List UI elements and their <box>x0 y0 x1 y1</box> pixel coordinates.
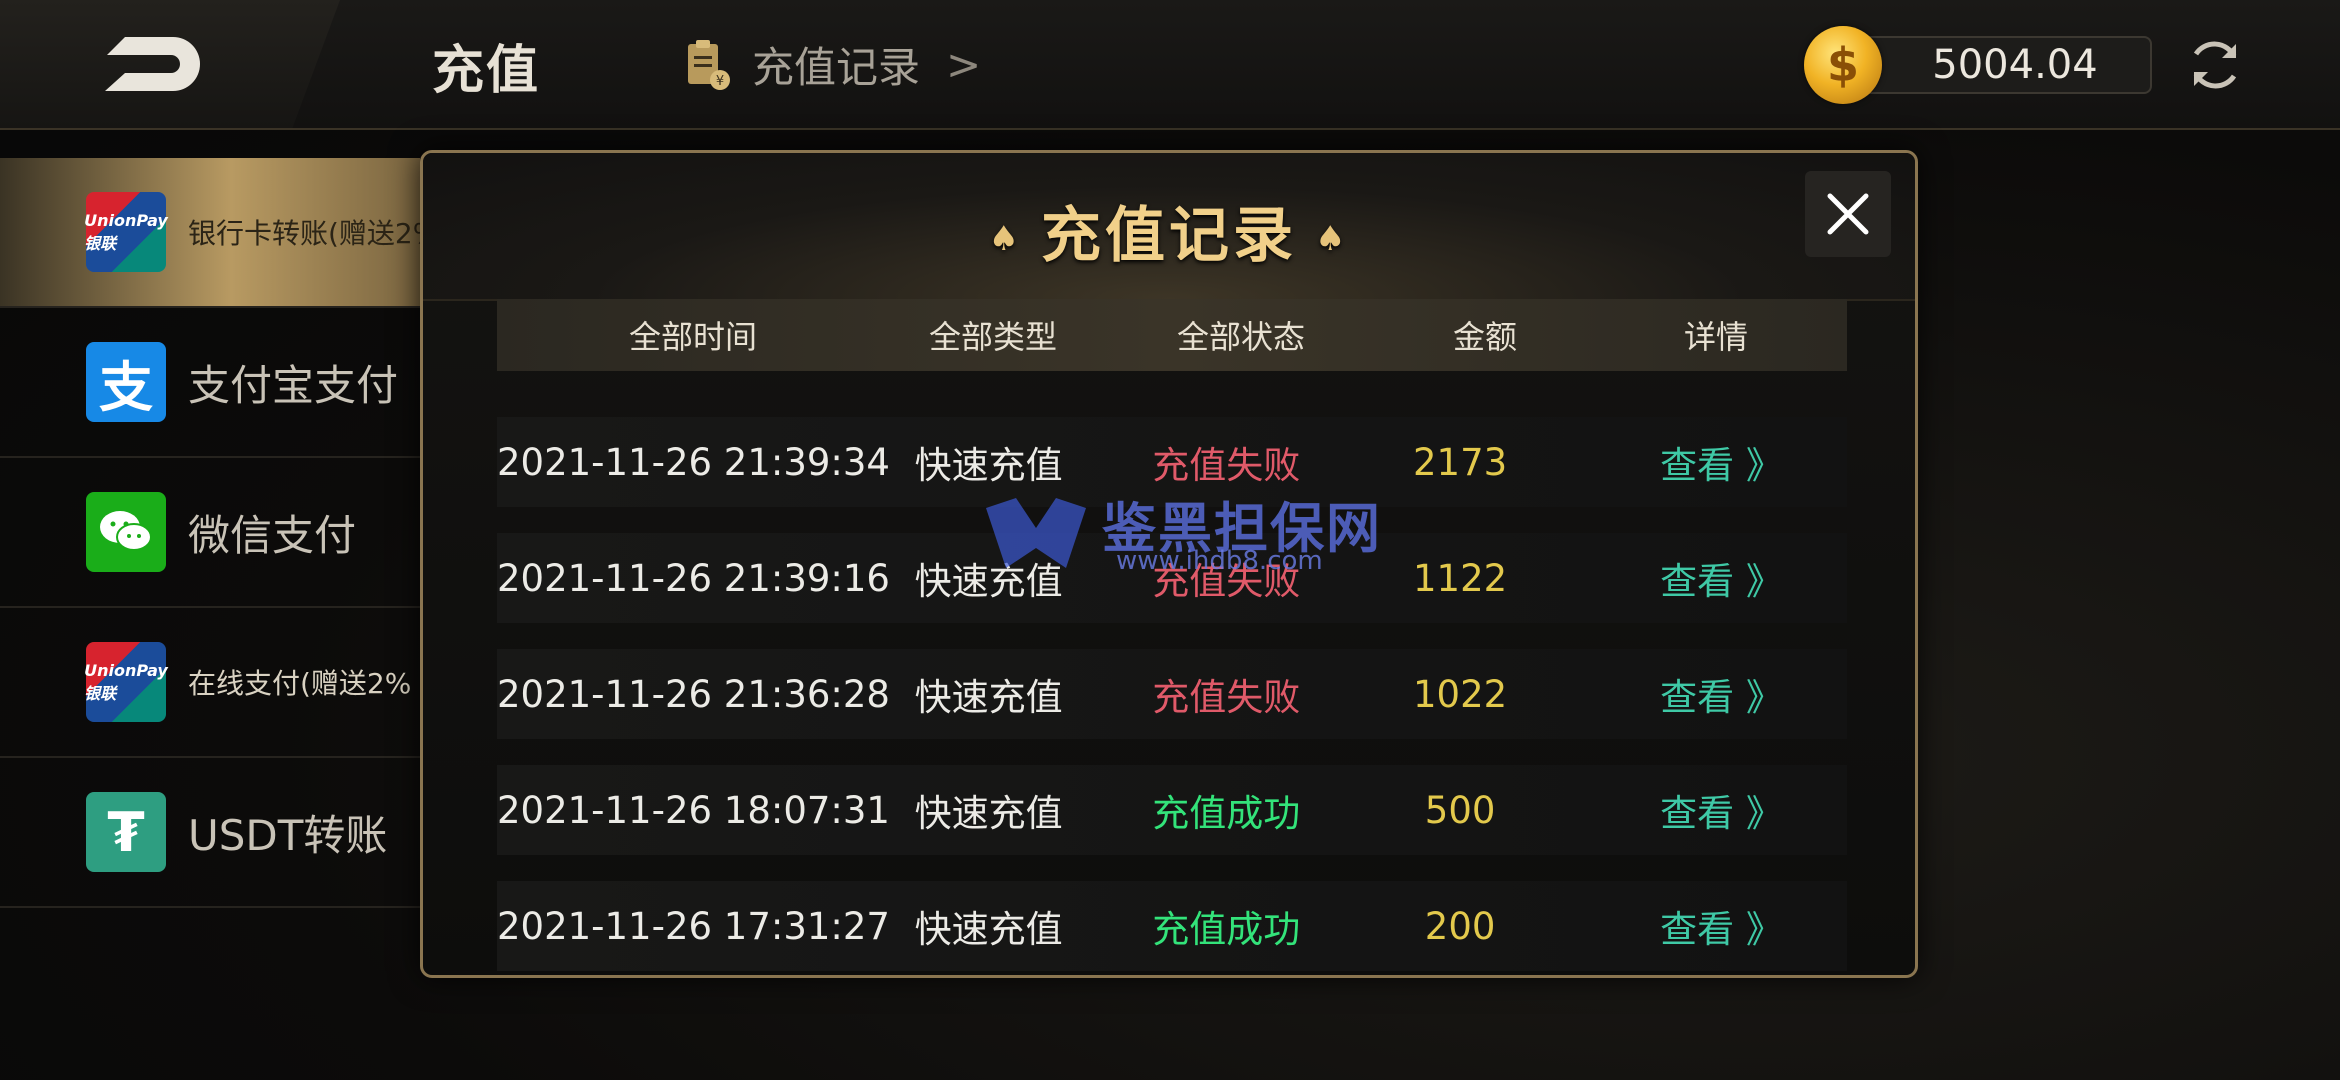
table-row: 2021-11-26 21:36:28 快速充值 充值失败 1022 查看 》 <box>497 649 1847 739</box>
close-icon <box>1827 193 1869 235</box>
row-time: 2021-11-26 18:07:31 <box>497 788 890 832</box>
sidebar-item-label: 微信支付 <box>188 510 357 560</box>
sidebar-item-online-pay[interactable]: UnionPay 银联 在线支付(赠送2% <box>0 608 420 758</box>
table-row: 2021-11-26 18:07:31 快速充值 充值成功 500 查看 》 <box>497 765 1847 855</box>
view-detail-button[interactable]: 查看 》 <box>1556 899 1847 953</box>
row-time: 2021-11-26 21:39:16 <box>497 556 890 600</box>
recharge-records-link[interactable]: ¥ 充值记录 > <box>684 34 981 95</box>
row-amount: 500 <box>1424 788 1496 832</box>
svg-text:¥: ¥ <box>716 74 724 89</box>
table-header: 全部时间 全部类型 全部状态 金额 详情 <box>497 299 1847 371</box>
record-doc-icon: ¥ <box>688 39 730 90</box>
page-title: 充值 <box>432 41 541 101</box>
watermark-logo-icon <box>986 498 1086 568</box>
spade-icon: ♠ <box>1315 219 1350 260</box>
chevron-right-icon: > <box>946 40 982 89</box>
view-detail-button[interactable]: 查看 》 <box>1556 551 1847 605</box>
balance-value: 5004.04 <box>1858 36 2152 94</box>
watermark-url: www.ihdb8.com <box>1116 546 1323 576</box>
row-time: 2021-11-26 17:31:27 <box>497 904 890 948</box>
refresh-icon[interactable] <box>2184 34 2246 96</box>
gold-coin-icon: $ <box>1804 26 1882 104</box>
close-button[interactable] <box>1805 171 1891 257</box>
sidebar-item-alipay[interactable]: 支 支付宝支付 <box>0 308 420 458</box>
tether-icon: ₮ <box>86 792 166 872</box>
row-time: 2021-11-26 21:39:34 <box>497 440 890 484</box>
modal-title: ♠ 充值记录 ♠ <box>423 187 1915 274</box>
top-bar: 充值 ¥ 充值记录 > $ 5004.04 <box>0 0 2340 130</box>
sidebar-item-label: USDT转账 <box>188 810 388 860</box>
modal-header: ♠ 充值记录 ♠ <box>423 153 1915 301</box>
alipay-icon: 支 <box>86 342 166 422</box>
row-amount: 2173 <box>1413 440 1508 484</box>
records-link-label: 充值记录 <box>752 43 921 92</box>
row-amount: 1122 <box>1413 556 1508 600</box>
row-type: 快速充值 <box>914 908 1063 951</box>
unionpay-icon: UnionPay 银联 <box>84 642 168 722</box>
filter-status[interactable]: 全部状态 <box>1097 312 1385 358</box>
sidebar-item-label: 在线支付(赠送2% <box>188 667 412 700</box>
row-type: 快速充值 <box>914 676 1063 719</box>
row-status: 充值成功 <box>1152 792 1301 835</box>
sidebar-item-usdt[interactable]: ₮ USDT转账 <box>0 758 420 908</box>
spade-icon: ♠ <box>988 219 1023 260</box>
modal-title-text: 充值记录 <box>1041 201 1297 271</box>
row-status: 充值失败 <box>1152 444 1301 487</box>
filter-type[interactable]: 全部类型 <box>889 312 1097 358</box>
sidebar-item-label: 银行卡转账(赠送2% <box>188 217 420 250</box>
row-type: 快速充值 <box>914 444 1063 487</box>
back-icon <box>105 37 200 91</box>
view-detail-button[interactable]: 查看 》 <box>1556 783 1847 837</box>
row-type: 快速充值 <box>914 792 1063 835</box>
sidebar-item-label: 支付宝支付 <box>188 360 399 410</box>
row-status: 充值失败 <box>1152 676 1301 719</box>
balance-box: $ 5004.04 <box>1804 26 2152 104</box>
row-amount: 1022 <box>1413 672 1508 716</box>
sidebar-item-bank-transfer[interactable]: UnionPay 银联 银行卡转账(赠送2% <box>0 158 420 308</box>
back-button[interactable] <box>0 0 340 128</box>
column-amount: 金额 <box>1452 318 1517 356</box>
row-amount: 200 <box>1424 904 1496 948</box>
payment-method-sidebar: UnionPay 银联 银行卡转账(赠送2% 支 支付宝支付 微信支付 Unio… <box>0 158 420 908</box>
wechat-icon <box>86 492 166 572</box>
row-time: 2021-11-26 21:36:28 <box>497 672 890 716</box>
view-detail-button[interactable]: 查看 》 <box>1556 435 1847 489</box>
view-detail-button[interactable]: 查看 》 <box>1556 667 1847 721</box>
column-detail: 详情 <box>1683 318 1748 356</box>
filter-time[interactable]: 全部时间 <box>497 312 889 358</box>
row-status: 充值成功 <box>1152 908 1301 951</box>
table-row: 2021-11-26 17:31:27 快速充值 充值成功 200 查看 》 <box>497 881 1847 971</box>
unionpay-icon: UnionPay 银联 <box>84 192 168 272</box>
sidebar-item-wechat[interactable]: 微信支付 <box>0 458 420 608</box>
